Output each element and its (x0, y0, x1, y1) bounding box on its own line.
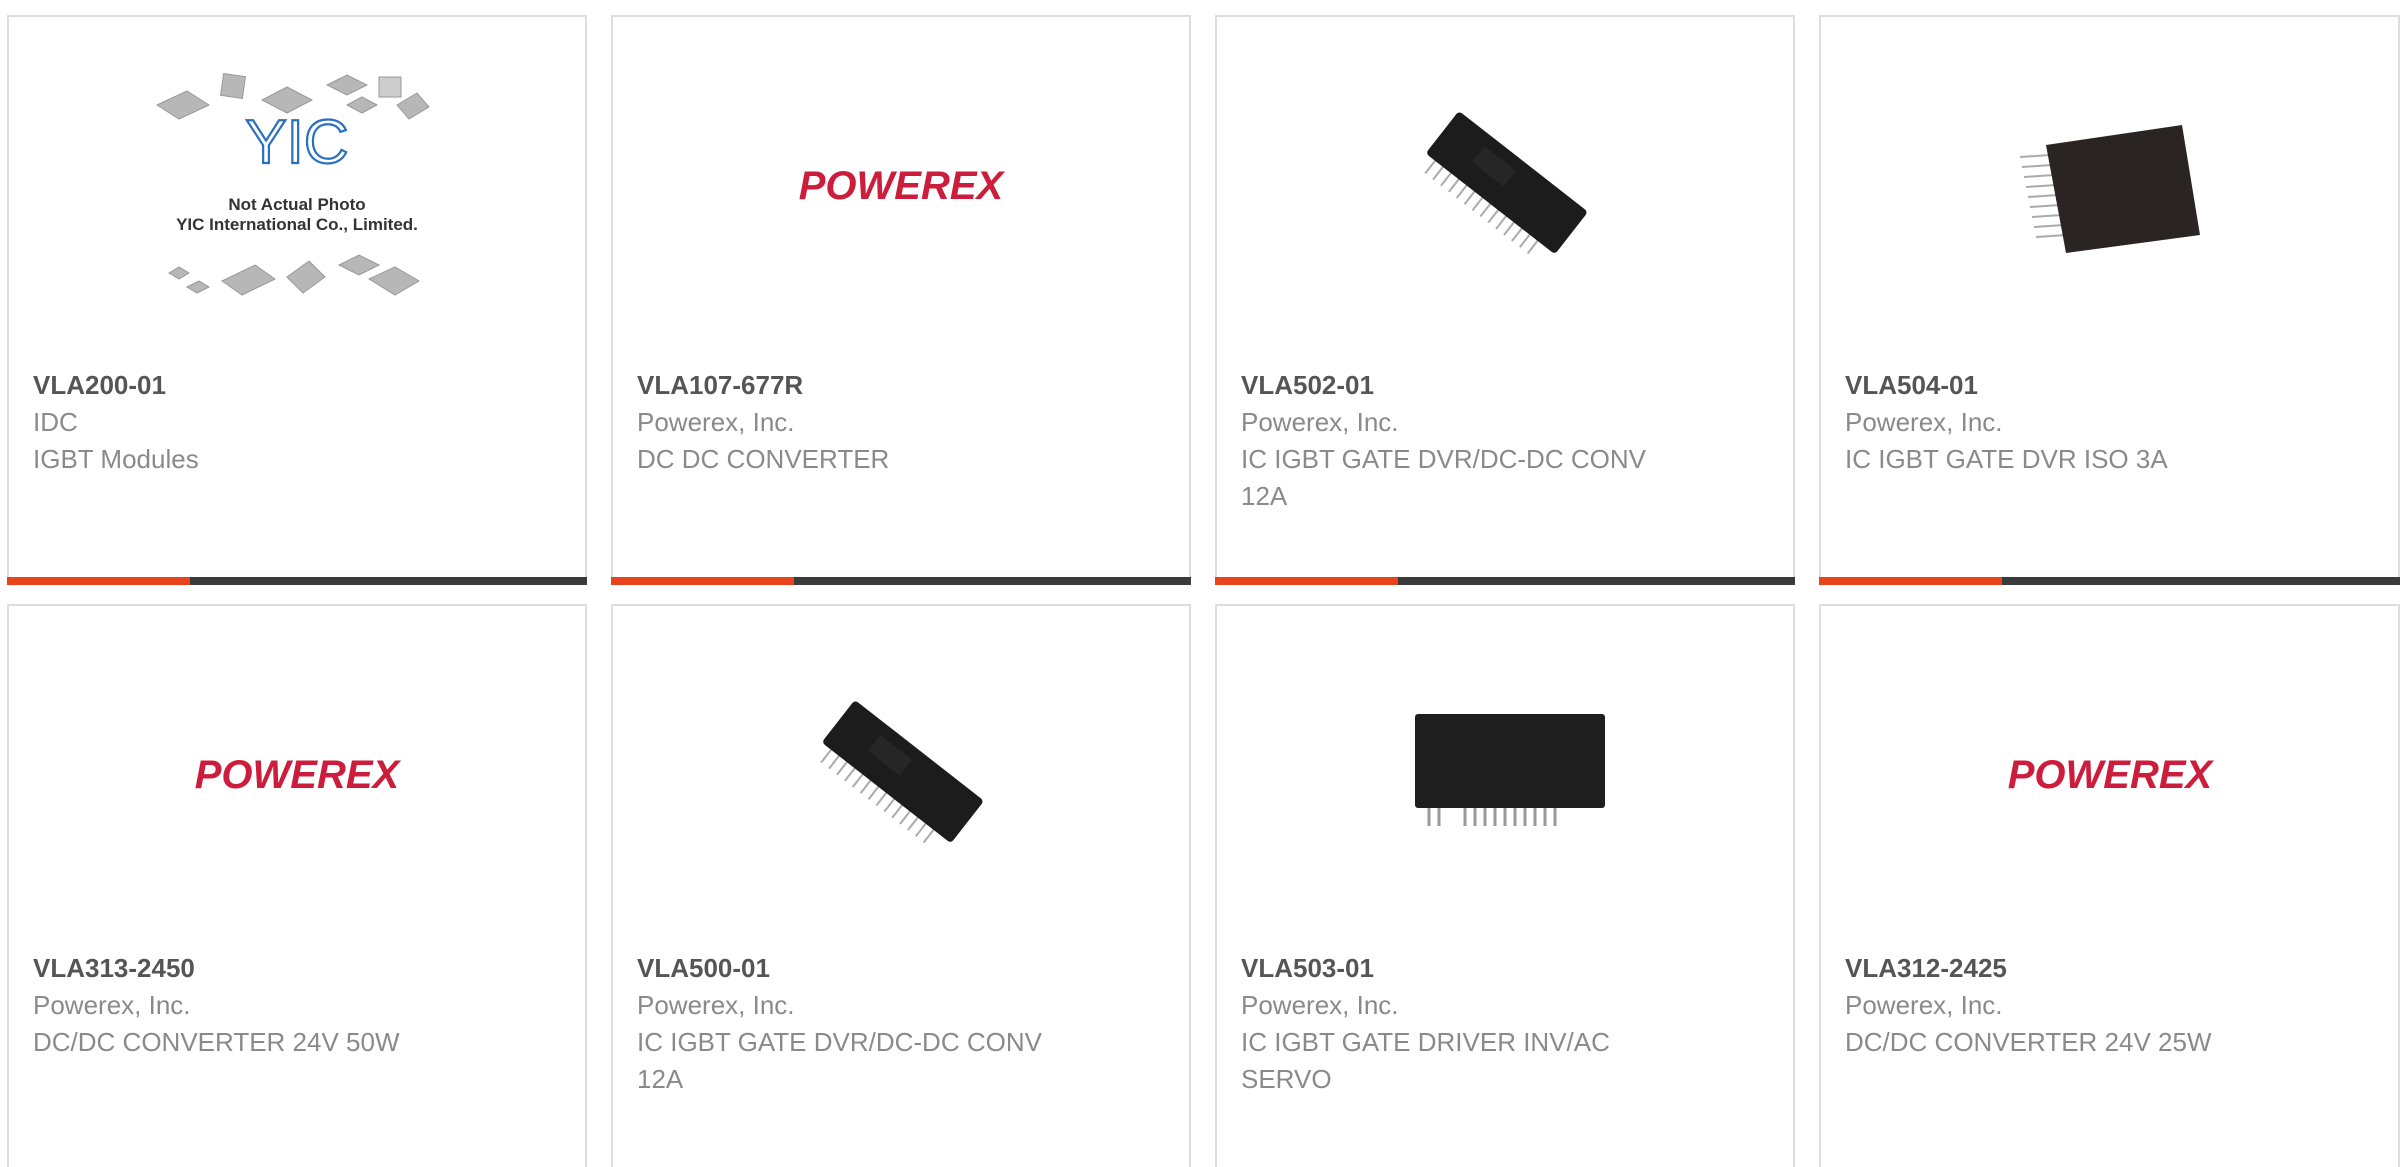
product-card[interactable]: VLA503-01 Powerex, Inc. IC IGBT GATE DRI… (1215, 604, 1795, 1167)
accent-segment (611, 577, 794, 585)
product-info: VLA200-01 IDC IGBT Modules (33, 367, 561, 478)
product-image[interactable] (1217, 606, 1793, 941)
manufacturer: Powerex, Inc. (1845, 990, 2003, 1020)
powerex-logo-image: POWEREX (2007, 753, 2214, 797)
description: IC IGBT GATE DVR/DC-DC CONV 12A (1241, 444, 1646, 511)
manufacturer: Powerex, Inc. (1241, 990, 1399, 1020)
product-card[interactable]: POWEREX VLA107-677R Powerex, Inc. DC DC … (611, 15, 1191, 585)
part-number-link[interactable]: VLA503-01 (1241, 950, 1769, 987)
manufacturer: Powerex, Inc. (1845, 407, 2003, 437)
description: DC/DC CONVERTER 24V 25W (1845, 1027, 2212, 1057)
product-info: VLA500-01 Powerex, Inc. IC IGBT GATE DVR… (637, 950, 1165, 1098)
product-image[interactable]: POWEREX (9, 606, 585, 941)
product-info: VLA504-01 Powerex, Inc. IC IGBT GATE DVR… (1845, 367, 2374, 478)
product-card[interactable]: POWEREX VLA312-2425 Powerex, Inc. DC/DC … (1819, 604, 2400, 1167)
part-number-link[interactable]: VLA313-2450 (33, 950, 561, 987)
part-number-link[interactable]: VLA500-01 (637, 950, 1165, 987)
part-number-link[interactable]: VLA502-01 (1241, 367, 1769, 404)
product-card[interactable]: VLA502-01 Powerex, Inc. IC IGBT GATE DVR… (1215, 15, 1795, 585)
product-info: VLA107-677R Powerex, Inc. DC DC CONVERTE… (637, 367, 1165, 478)
product-card[interactable]: VLA504-01 Powerex, Inc. IC IGBT GATE DVR… (1819, 15, 2400, 585)
powerex-logo-image: POWEREX (195, 753, 402, 797)
description: IGBT Modules (33, 444, 199, 474)
card-accent-bar (1215, 577, 1795, 585)
product-info: VLA313-2450 Powerex, Inc. DC/DC CONVERTE… (33, 950, 561, 1061)
product-card[interactable]: VLA500-01 Powerex, Inc. IC IGBT GATE DVR… (611, 604, 1191, 1167)
product-grid: YIC Not Actual Photo YIC International C… (0, 0, 2400, 1167)
product-image[interactable]: YIC Not Actual Photo YIC International C… (9, 17, 585, 352)
product-card[interactable]: POWEREX VLA313-2450 Powerex, Inc. DC/DC … (7, 604, 587, 1167)
description: IC IGBT GATE DVR/DC-DC CONV 12A (637, 1027, 1042, 1094)
card-accent-bar (7, 577, 587, 585)
product-info: VLA312-2425 Powerex, Inc. DC/DC CONVERTE… (1845, 950, 2374, 1061)
chip-image (1415, 713, 1605, 826)
powerex-logo: POWEREX (195, 753, 402, 797)
product-info: VLA502-01 Powerex, Inc. IC IGBT GATE DVR… (1241, 367, 1769, 515)
part-number-link[interactable]: VLA504-01 (1845, 367, 2374, 404)
description: DC DC CONVERTER (637, 444, 890, 474)
accent-segment (7, 577, 190, 585)
photo-note-line2: YIC International Co., Limited. (176, 215, 418, 234)
part-number-link[interactable]: VLA107-677R (637, 367, 1165, 404)
photo-note-line1: Not Actual Photo (228, 195, 365, 214)
part-number-link[interactable]: VLA200-01 (33, 367, 561, 404)
description: DC/DC CONVERTER 24V 50W (33, 1027, 400, 1057)
product-image[interactable]: POWEREX (613, 17, 1189, 352)
accent-segment (1819, 577, 2002, 585)
product-image[interactable]: POWEREX (1821, 606, 2398, 941)
manufacturer: Powerex, Inc. (637, 990, 795, 1020)
product-info: VLA503-01 Powerex, Inc. IC IGBT GATE DRI… (1241, 950, 1769, 1098)
powerex-logo: POWEREX (799, 164, 1006, 208)
product-card[interactable]: YIC Not Actual Photo YIC International C… (7, 15, 587, 585)
product-image[interactable] (613, 606, 1189, 941)
product-image[interactable] (1821, 17, 2398, 352)
part-number-link[interactable]: VLA312-2425 (1845, 950, 2374, 987)
powerex-logo: POWEREX (2007, 753, 2214, 797)
product-image[interactable] (1217, 17, 1793, 352)
powerex-logo-image: POWEREX (799, 164, 1006, 208)
yic-logo: YIC (245, 108, 348, 177)
description: IC IGBT GATE DVR ISO 3A (1845, 444, 2168, 474)
manufacturer: Powerex, Inc. (637, 407, 795, 437)
chip-image (1424, 111, 1587, 254)
manufacturer: Powerex, Inc. (1241, 407, 1399, 437)
manufacturer: IDC (33, 407, 78, 437)
card-accent-bar (1819, 577, 2400, 585)
chip-image (820, 700, 983, 843)
card-accent-bar (611, 577, 1191, 585)
manufacturer: Powerex, Inc. (33, 990, 191, 1020)
accent-segment (1215, 577, 1398, 585)
description: IC IGBT GATE DRIVER INV/AC SERVO (1241, 1027, 1610, 1094)
yic-placeholder-image: YIC Not Actual Photo YIC International C… (155, 72, 430, 296)
chip-image (2019, 124, 2200, 253)
